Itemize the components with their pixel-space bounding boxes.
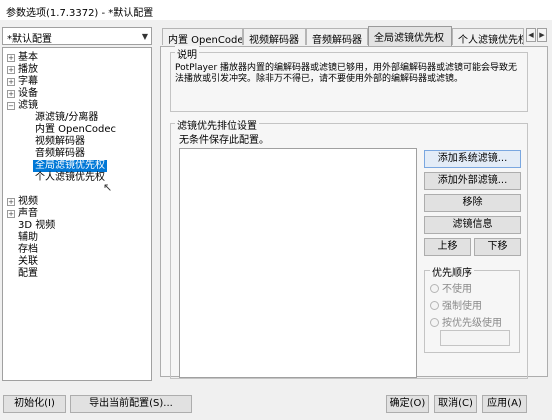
mouse-cursor-icon: ↖ bbox=[103, 181, 113, 194]
info-text: PotPlayer 播放器内置的编解码器或滤镜已够用，用外部编解码器或滤镜可能会… bbox=[175, 63, 518, 84]
tab-opencodec[interactable]: 内置 OpenCodec bbox=[162, 28, 243, 45]
tree-item-audio[interactable]: + 声音 bbox=[7, 208, 38, 220]
tree-item-filters[interactable]: − 滤镜 bbox=[7, 100, 38, 112]
remove-filter-button[interactable]: 移除 bbox=[424, 194, 521, 212]
tree-item-basic[interactable]: + 基本 bbox=[7, 52, 38, 64]
priority-title: 滤镜优先排位设置 bbox=[175, 117, 259, 132]
preset-value: *默认配置 bbox=[7, 34, 52, 45]
tree-item-video-decoder[interactable]: 视频解码器 bbox=[35, 136, 85, 148]
expand-icon[interactable]: + bbox=[7, 210, 15, 218]
window-title: 参数选项(1.7.3372) - *默认配置 bbox=[6, 8, 154, 19]
filter-info-button[interactable]: 滤镜信息 bbox=[424, 216, 521, 234]
tree-item-global-filter-priority[interactable]: 全局滤镜优先权 bbox=[33, 160, 107, 172]
expand-icon[interactable]: + bbox=[7, 78, 15, 86]
export-config-button[interactable]: 导出当前配置(S)... bbox=[70, 395, 192, 413]
chevron-down-icon: ▼ bbox=[141, 32, 148, 41]
apply-button[interactable]: 应用(A) bbox=[482, 395, 527, 413]
expand-icon[interactable]: + bbox=[7, 198, 15, 206]
expand-icon[interactable]: + bbox=[7, 66, 15, 74]
settings-tree: + 基本 + 播放 + 字幕 + 设备 − 滤镜 源滤镜/分离器 内置 OpenCodec… bbox=[2, 47, 152, 381]
tree-item-playback[interactable]: + 播放 bbox=[7, 64, 38, 76]
radio-force-use[interactable]: 强制使用 bbox=[430, 297, 482, 312]
tree-item-source-filter[interactable]: 源滤镜/分离器 bbox=[35, 112, 98, 124]
add-system-filter-button[interactable]: 添加系统滤镜... bbox=[424, 150, 521, 168]
filter-priority-list[interactable] bbox=[179, 148, 417, 378]
tab-scroll-left-icon[interactable]: ◀ bbox=[526, 28, 536, 42]
expand-icon[interactable]: + bbox=[7, 90, 15, 98]
cancel-button[interactable]: 取消(C) bbox=[434, 395, 477, 413]
move-up-button[interactable]: 上移 bbox=[424, 238, 471, 256]
radio-circle-icon bbox=[430, 301, 439, 310]
collapse-icon[interactable]: − bbox=[7, 102, 15, 110]
tree-item-association[interactable]: 关联 bbox=[18, 256, 38, 268]
expand-icon[interactable]: + bbox=[7, 54, 15, 62]
tab-strip: 内置 OpenCodec 视频解码器 音频解码器 全局滤镜优先权 个人滤镜优先权… bbox=[160, 26, 550, 46]
tab-global-filter-priority[interactable]: 全局滤镜优先权 bbox=[368, 26, 452, 46]
info-title: 说明 bbox=[175, 46, 199, 61]
tree-item-assist[interactable]: 辅助 bbox=[18, 232, 38, 244]
tree-item-3d-video[interactable]: 3D 视频 bbox=[18, 220, 55, 232]
tab-scroll-right-icon[interactable]: ▶ bbox=[537, 28, 547, 42]
tree-item-subtitles[interactable]: + 字幕 bbox=[7, 76, 38, 88]
tree-item-video[interactable]: + 视频 bbox=[7, 196, 38, 208]
tree-item-personal-filter-priority[interactable]: 个人滤镜优先权 bbox=[35, 172, 105, 184]
tab-audio-decoder[interactable]: 音频解码器 bbox=[306, 28, 368, 45]
title-bar: 参数选项(1.7.3372) - *默认配置 bbox=[0, 0, 552, 20]
tree-item-audio-decoder[interactable]: 音频解码器 bbox=[35, 148, 85, 160]
priority-value-input[interactable] bbox=[440, 330, 510, 346]
radio-circle-icon bbox=[430, 318, 439, 327]
add-external-filter-button[interactable]: 添加外部滤镜... bbox=[424, 172, 521, 190]
tab-personal-filter-priority[interactable]: 个人滤镜优先权 bbox=[452, 28, 524, 45]
move-down-button[interactable]: 下移 bbox=[474, 238, 521, 256]
preset-dropdown[interactable]: *默认配置 ▼ bbox=[2, 27, 152, 45]
initialize-button[interactable]: 初始化(I) bbox=[3, 395, 66, 413]
tree-item-config[interactable]: 配置 bbox=[18, 268, 38, 280]
priority-status: 无条件保存此配置。 bbox=[179, 135, 269, 146]
radio-use-by-priority[interactable]: 按优先级使用 bbox=[430, 314, 502, 329]
tab-video-decoder[interactable]: 视频解码器 bbox=[243, 28, 306, 45]
tree-item-devices[interactable]: + 设备 bbox=[7, 88, 38, 100]
radio-circle-icon bbox=[430, 284, 439, 293]
radio-not-use[interactable]: 不使用 bbox=[430, 280, 472, 295]
ok-button[interactable]: 确定(O) bbox=[386, 395, 429, 413]
priority-order-title: 优先顺序 bbox=[430, 264, 474, 279]
tree-item-archive[interactable]: 存档 bbox=[18, 244, 38, 256]
tree-item-builtin-opencodec[interactable]: 内置 OpenCodec bbox=[35, 124, 116, 136]
